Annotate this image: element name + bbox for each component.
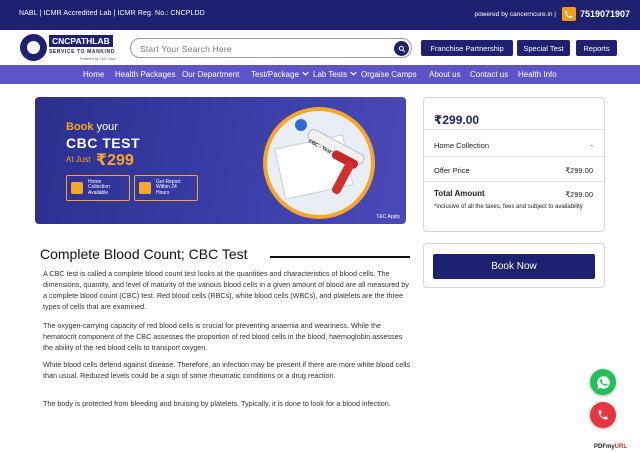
whatsapp-icon: [596, 375, 610, 389]
description-paragraph-2: The oxygen-carrying capacity of red bloo…: [43, 321, 403, 352]
tax-note: *inclusive of all the taxes, fees and su…: [434, 204, 583, 210]
nav-organise-camps[interactable]: Orgaise Camps: [361, 70, 417, 79]
call-button[interactable]: [590, 402, 616, 428]
phone-link[interactable]: 7519071907: [561, 7, 630, 21]
book-now-button[interactable]: Book Now: [433, 254, 595, 279]
feature-report-text: Get Report Within 24 Hours: [156, 178, 181, 196]
cbc-test-banner: Book your CBC TEST At Just ₹299 Home Col…: [35, 97, 406, 224]
reports-button[interactable]: Reports: [576, 40, 617, 56]
divider: [424, 129, 604, 130]
phone-icon: [561, 7, 576, 21]
feature-report-24h: Get Report Within 24 Hours: [134, 175, 198, 201]
search-box[interactable]: Start Your Search Here: [130, 38, 412, 58]
top-info-bar: NABL | ICMR Accredited Lab | ICMR Reg. N…: [0, 0, 640, 30]
price-summary-card: ₹299.00 Home Collection - Offer Price ₹2…: [423, 97, 605, 232]
total-amount-value: ₹299.00: [565, 190, 593, 199]
call-icon: [598, 410, 608, 420]
franchise-partnership-button[interactable]: Franchise Partnership: [421, 40, 513, 56]
dropper-icon: [295, 119, 307, 131]
home-collection-label: Home Collection: [434, 141, 490, 150]
logo-brand: CNCPATHLAB: [49, 35, 113, 47]
search-icon: [398, 45, 405, 52]
nav-health-packages[interactable]: Health Packages: [115, 70, 175, 79]
price-headline: ₹299.00: [434, 113, 480, 127]
feature-home-collection: Home Collection Available: [66, 175, 130, 201]
offer-price-label: Offer Price: [434, 166, 470, 175]
total-amount-label: Total Amount: [434, 189, 485, 198]
title-underline: [270, 256, 410, 258]
report-icon: [139, 182, 151, 194]
nav-home[interactable]: Home: [83, 70, 104, 79]
chevron-down-icon: [350, 71, 357, 76]
whatsapp-button[interactable]: [590, 369, 616, 395]
description-paragraph-1: A CBC test is called a complete blood co…: [43, 269, 409, 311]
special-test-button[interactable]: Special Test: [517, 40, 570, 56]
description-paragraph-3: White blood cells defend against disease…: [43, 360, 411, 380]
home-collection-value: -: [590, 141, 594, 150]
search-input[interactable]: Start Your Search Here: [140, 44, 232, 54]
logo-small-text: Powered by CNC Care: [80, 57, 116, 61]
divider: [424, 156, 604, 157]
banner-at-just: At Just: [66, 155, 91, 164]
book-now-card: Book Now: [423, 243, 605, 288]
chevron-down-icon: [302, 71, 309, 76]
nav-contact-us[interactable]: Contact us: [470, 70, 508, 79]
phone-number: 7519071907: [579, 9, 630, 19]
logo-emblem-icon: [20, 34, 47, 61]
nav-test-package-label: Test/Package: [251, 70, 300, 79]
divider: [424, 181, 604, 182]
site-header: CNCPATHLAB SERVICE TO MANKIND Powered by…: [0, 30, 640, 65]
banner-tc-apply: T&C Apply: [376, 214, 400, 220]
feature-home-text: Home Collection Available: [88, 178, 110, 196]
nav-lab-tests[interactable]: Lab Tests: [313, 70, 357, 79]
offer-price-value: ₹299.00: [565, 166, 593, 175]
nav-about-us[interactable]: About us: [429, 70, 461, 79]
logo-tagline: SERVICE TO MANKIND: [49, 49, 115, 55]
accreditation-text: NABL | ICMR Accredited Lab | ICMR Reg. N…: [19, 10, 205, 17]
nav-our-department[interactable]: Our Department: [182, 70, 239, 79]
main-navbar: Home Health Packages Our Department Test…: [0, 65, 640, 84]
banner-price: ₹299: [96, 152, 134, 169]
search-button[interactable]: [394, 41, 409, 56]
nav-test-package[interactable]: Test/Package: [251, 70, 309, 79]
banner-book-text: Book your: [66, 121, 118, 133]
powered-by-link[interactable]: powered by cancerncure.in |: [474, 11, 556, 18]
nav-lab-tests-label: Lab Tests: [313, 70, 348, 79]
page-title: Complete Blood Count; CBC Test: [40, 246, 248, 262]
cnc-pathlab-logo[interactable]: CNCPATHLAB SERVICE TO MANKIND Powered by…: [20, 33, 120, 63]
banner-test-name: CBC TEST: [66, 135, 140, 151]
description-paragraph-4: The body is protected from bleeding and …: [43, 399, 391, 408]
nav-health-info[interactable]: Health Info: [518, 70, 557, 79]
pdfmyurl-watermark: PDFmyURL: [594, 444, 628, 450]
home-icon: [71, 182, 83, 194]
